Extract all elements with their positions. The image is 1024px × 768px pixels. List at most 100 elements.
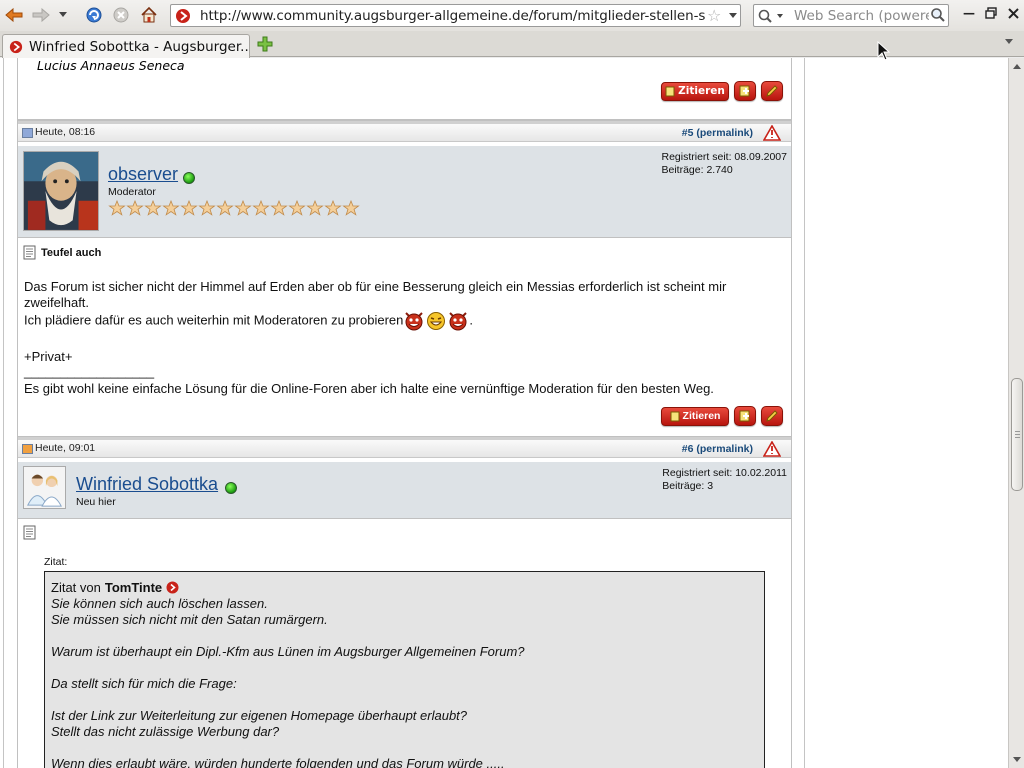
search-bar[interactable]: Web Search (powered: [753, 4, 949, 27]
grin-smiley-icon: [427, 312, 446, 330]
reload-button[interactable]: [83, 5, 105, 25]
edit-post-button[interactable]: [761, 81, 783, 101]
multi-quote-plus-icon: [739, 85, 750, 97]
post-body: Zitat: Zitat von TomTinte Sie können sic…: [18, 520, 791, 768]
stop-button[interactable]: [110, 5, 132, 25]
post-actions: Zitieren: [661, 406, 783, 426]
online-status-icon: [183, 172, 195, 184]
report-post-warning-icon[interactable]: [763, 441, 781, 457]
url-bar[interactable]: http://www.community.augsburger-allgemei…: [170, 4, 741, 27]
site-favicon-icon: [9, 40, 23, 54]
multi-quote-plus-icon: [739, 410, 750, 422]
post-actions: Zitieren: [661, 81, 783, 101]
multi-quote-button[interactable]: [734, 406, 756, 426]
rank-star-icon: [180, 200, 198, 216]
avatar[interactable]: [23, 151, 99, 231]
quote-label: Zitat:: [44, 556, 68, 568]
quote-line: Sie können sich auch löschen lassen.: [51, 596, 268, 611]
view-post-arrow-icon[interactable]: [166, 581, 179, 594]
search-engine-selector-icon[interactable]: [757, 8, 787, 24]
rank-star-icon: [126, 200, 144, 216]
search-input[interactable]: Web Search (powered: [794, 8, 929, 24]
site-favicon-icon: [176, 9, 190, 23]
post-text-line: Ich plädiere dafür es auch weiterhin mit…: [24, 311, 764, 331]
tab-active[interactable]: Winfried Sobottka - Augsburger...: [2, 34, 250, 58]
signature-divider: __________________: [24, 364, 155, 379]
post-document-icon: [23, 525, 36, 540]
scrollbar-thumb[interactable]: [1011, 378, 1023, 491]
quote-line: Stellt das nicht zulässige Werbung dar?: [51, 724, 280, 739]
vertical-scrollbar[interactable]: [1008, 58, 1024, 768]
forward-button[interactable]: [30, 5, 52, 25]
back-button[interactable]: [3, 5, 25, 25]
username-link[interactable]: observer: [108, 164, 178, 185]
quote-line: Sie müssen sich nicht mit den Satan rumä…: [51, 612, 328, 627]
user-rank: Neu hier: [76, 496, 116, 508]
post-title: Teufel auch: [23, 245, 101, 260]
quote-box: Zitat von TomTinte Sie können sich auch …: [44, 571, 765, 768]
mouse-cursor-icon: [877, 41, 891, 61]
post-date: Heute, 08:16: [35, 126, 96, 138]
tab-title: Winfried Sobottka - Augsburger...: [29, 39, 249, 55]
minimize-icon: —: [963, 6, 975, 20]
user-meta: Registriert seit: 08.09.2007 Beiträge: 2…: [662, 151, 788, 177]
devil-smiley-icon: [449, 312, 468, 331]
post-5: Heute, 08:16 #5 (permalink) observer Mod…: [17, 120, 792, 437]
scroll-up-arrow-icon[interactable]: [1012, 62, 1022, 72]
back-arrow-icon: [5, 7, 23, 23]
multi-quote-button[interactable]: [734, 81, 756, 101]
reload-icon: [86, 7, 102, 23]
maximize-button[interactable]: [980, 3, 1002, 23]
url-history-chevron-icon[interactable]: [728, 9, 738, 21]
quote-button[interactable]: Zitieren: [661, 81, 729, 101]
navigation-toolbar: http://www.community.augsburger-allgemei…: [0, 0, 1024, 31]
report-post-warning-icon[interactable]: [763, 125, 781, 141]
rank-star-icon: [198, 200, 216, 216]
rank-star-icon: [216, 200, 234, 216]
history-dropdown-button[interactable]: [56, 5, 70, 25]
stop-icon: [113, 7, 129, 23]
rank-star-icon: [306, 200, 324, 216]
quote-line: Warum ist überhaupt ein Dipl.-Kfm aus Lü…: [51, 644, 525, 659]
post-text-line: Das Forum ist sicher nicht der Himmel au…: [24, 279, 727, 294]
post-permalink[interactable]: #5 (permalink): [682, 127, 753, 139]
quote-button[interactable]: Zitieren: [661, 406, 729, 426]
post-count: Beiträge: 3: [662, 480, 714, 492]
tab-list-chevron-icon[interactable]: [1004, 38, 1014, 46]
username-link[interactable]: Winfried Sobottka: [76, 474, 218, 495]
post-text-line: +Privat+: [24, 349, 73, 364]
registered-since: Registriert seit: 10.02.2011: [662, 467, 787, 479]
rank-star-icon: [234, 200, 252, 216]
new-tab-button[interactable]: [256, 35, 276, 55]
home-button[interactable]: [138, 5, 160, 25]
user-meta: Registriert seit: 10.02.2011 Beiträge: 3: [662, 467, 787, 493]
quote-pencil-icon: [670, 411, 680, 421]
post-text-line: zweifelhaft.: [24, 295, 90, 310]
search-go-icon[interactable]: [930, 7, 946, 23]
close-window-button[interactable]: [1002, 3, 1024, 23]
avatar[interactable]: [23, 466, 66, 509]
quote-header: Zitat von TomTinte: [51, 580, 179, 595]
signature-quote-author: Lucius Annaeus Seneca: [37, 58, 185, 73]
post-date: Heute, 09:01: [35, 442, 96, 454]
quote-line: Wenn dies erlaubt wäre, würden hunderte …: [51, 756, 505, 768]
post-document-icon: [23, 245, 36, 260]
post-status-icon: [22, 128, 33, 138]
post-6: Heute, 09:01 #6 (permalink) Winfried Sob…: [17, 436, 792, 768]
post-permalink[interactable]: #6 (permalink): [682, 443, 753, 455]
scroll-down-arrow-icon[interactable]: [1012, 754, 1022, 764]
url-text[interactable]: http://www.community.augsburger-allgemei…: [200, 8, 705, 24]
quote-line: Da stellt sich für mich die Frage:: [51, 676, 237, 691]
post-status-icon: [22, 444, 33, 454]
smileys: [403, 311, 469, 331]
signature: Es gibt wohl keine einfache Lösung für d…: [24, 381, 714, 396]
forward-arrow-icon: [32, 7, 50, 23]
home-icon: [141, 6, 157, 23]
edit-post-button[interactable]: [761, 406, 783, 426]
post-body: Teufel auch Das Forum ist sicher nicht d…: [18, 239, 791, 435]
quote-pencil-icon: [665, 86, 675, 96]
rank-star-icon: [288, 200, 306, 216]
bookmark-star-icon[interactable]: ☆: [707, 6, 721, 25]
page-viewport: Lucius Annaeus Seneca Zitieren Heute, 08…: [0, 58, 1008, 768]
minimize-button[interactable]: —: [958, 3, 980, 23]
